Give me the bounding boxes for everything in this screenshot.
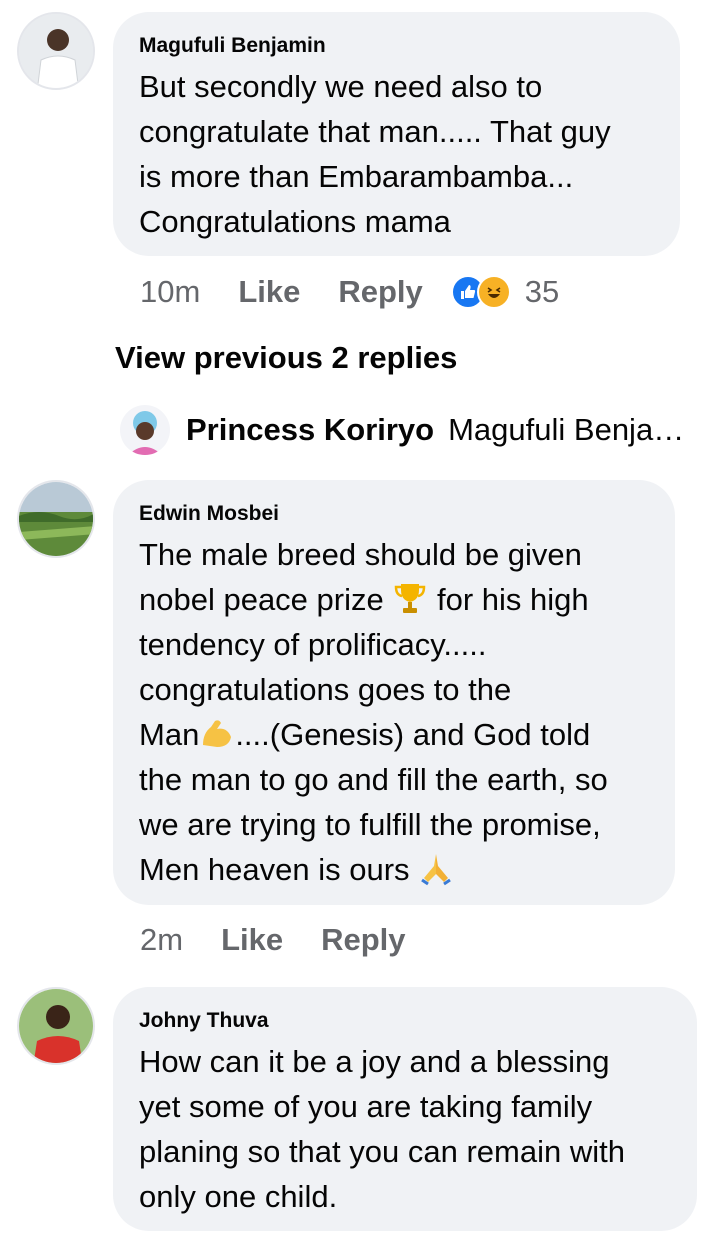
comment-text: How can it be a joy and a blessing yet s… xyxy=(139,1044,625,1214)
comment-bubble-magufuli: Magufuli Benjamin But secondly we need a… xyxy=(113,12,680,256)
trophy-icon xyxy=(392,580,428,616)
reaction-count: 35 xyxy=(524,274,560,309)
comment-author[interactable]: Magufuli Benjamin xyxy=(139,34,654,58)
reply-preview[interactable]: Princess Koriryo Magufuli Benjamin xyxy=(120,405,685,455)
reply-snippet: Magufuli Benjamin xyxy=(448,412,685,447)
avatar-edwin[interactable] xyxy=(17,480,95,558)
like-button[interactable]: Like xyxy=(221,922,283,958)
reactions[interactable]: 35 xyxy=(450,274,560,310)
avatar-princess xyxy=(120,405,170,455)
comment-bubble-johny: Johny Thuva How can it be a joy and a bl… xyxy=(113,987,697,1231)
view-previous-replies[interactable]: View previous 2 replies xyxy=(115,340,457,376)
comment-author[interactable]: Johny Thuva xyxy=(139,1009,671,1033)
comment-meta: 10m Like Reply 35 xyxy=(140,274,559,310)
comment-time[interactable]: 2m xyxy=(140,922,183,958)
reply-author: Princess Koriryo xyxy=(186,412,435,447)
comment-meta: 2m Like Reply xyxy=(140,922,444,958)
avatar-johny[interactable] xyxy=(17,987,95,1065)
avatar-magufuli[interactable] xyxy=(17,12,95,90)
flexed-bicep-icon xyxy=(199,715,235,751)
haha-icon xyxy=(476,275,511,309)
folded-hands-icon xyxy=(418,850,454,886)
comment-time[interactable]: 10m xyxy=(140,274,200,310)
like-button[interactable]: Like xyxy=(238,274,300,310)
comment-text: But secondly we need also to congratulat… xyxy=(139,69,611,239)
reply-button[interactable]: Reply xyxy=(321,922,405,958)
comment-text: The male breed should be given nobel pea… xyxy=(139,537,608,887)
reply-button[interactable]: Reply xyxy=(338,274,422,310)
comment-bubble-edwin: Edwin Mosbei The male breed should be gi… xyxy=(113,480,675,905)
comment-author[interactable]: Edwin Mosbei xyxy=(139,502,649,526)
